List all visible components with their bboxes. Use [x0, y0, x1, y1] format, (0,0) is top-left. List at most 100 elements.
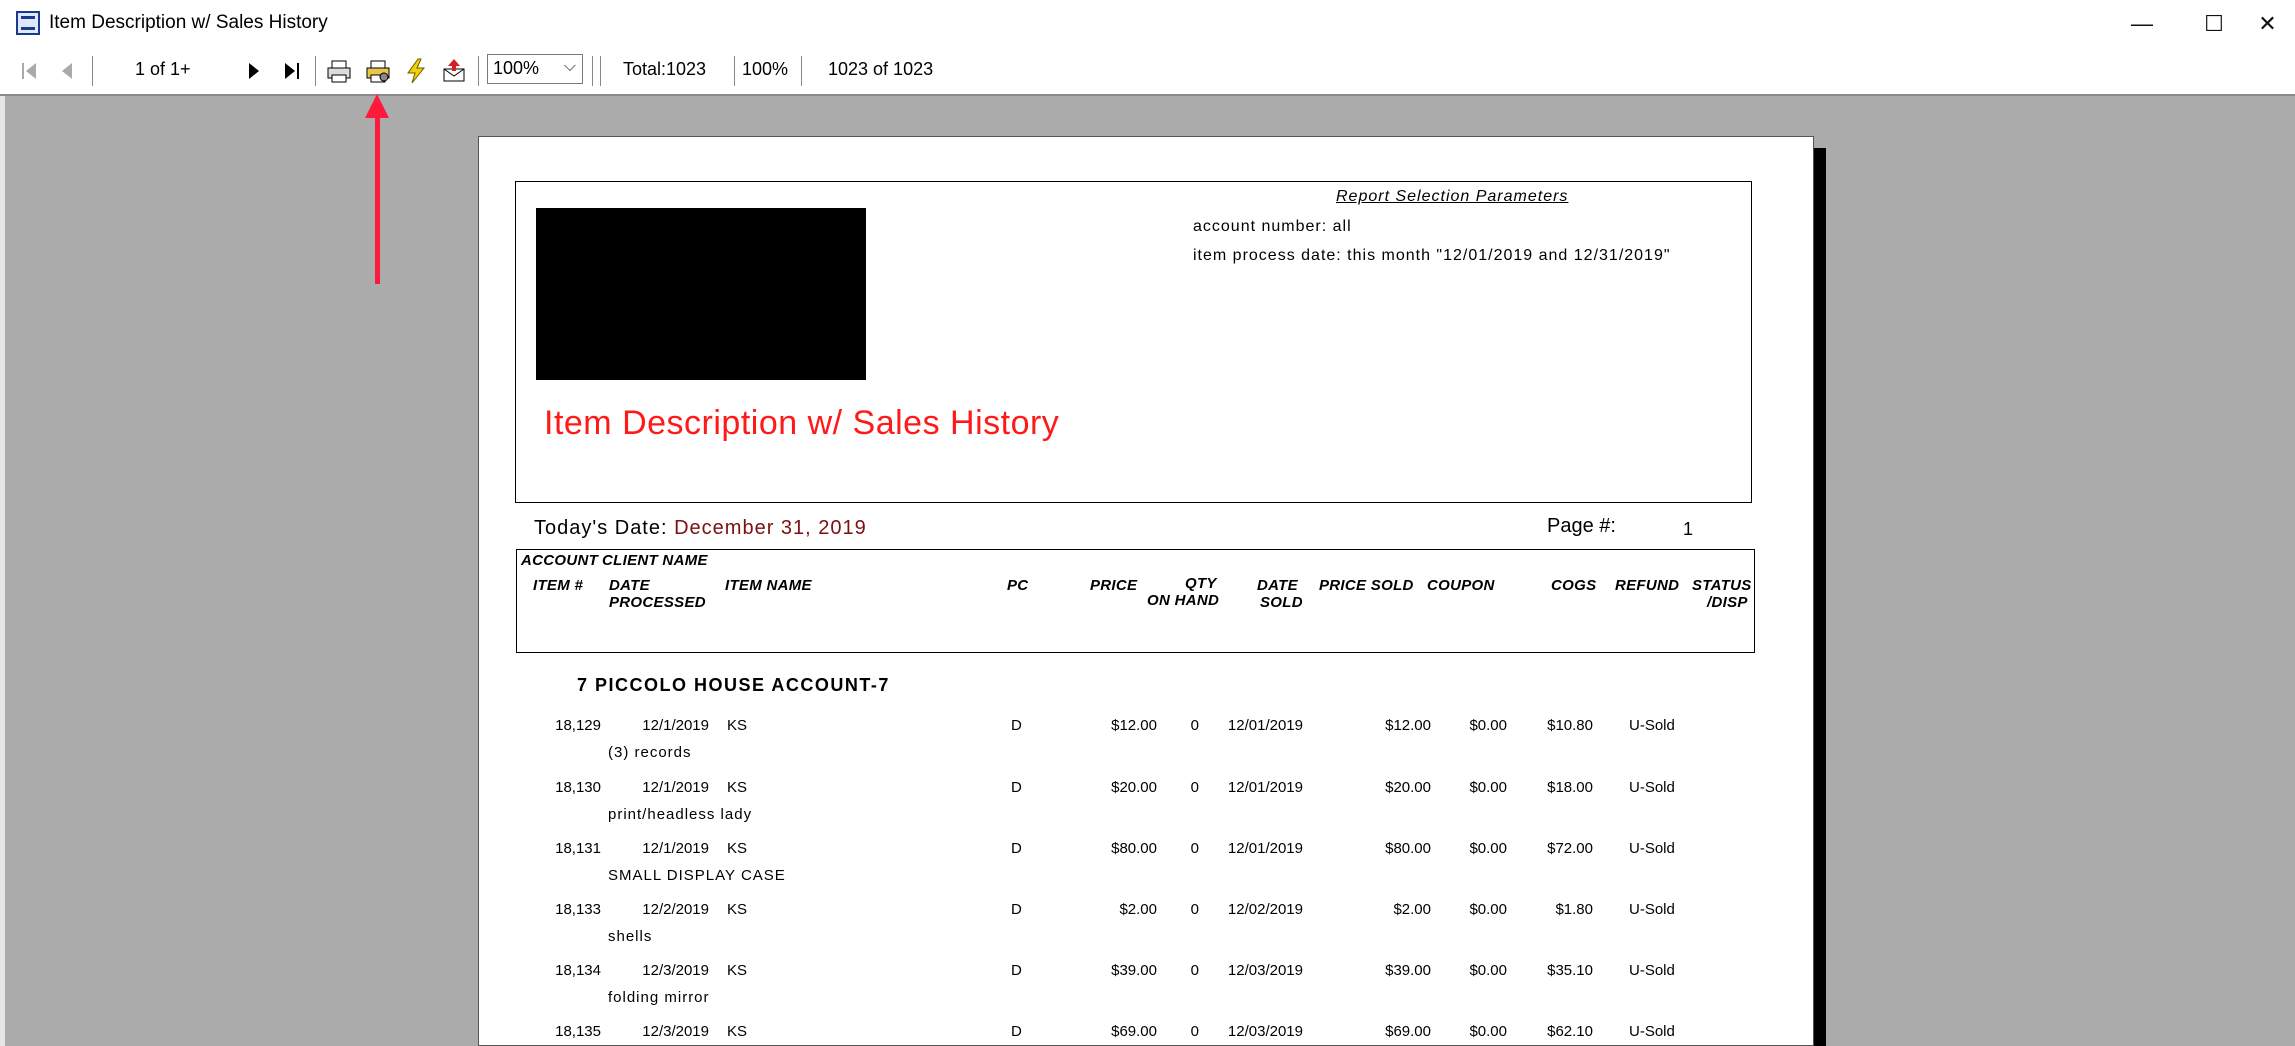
app-icon: [16, 11, 40, 35]
cell-date-processed: 12/1/2019: [642, 779, 709, 796]
col-client-name: CLIENT NAME: [602, 552, 708, 569]
cell-item-name: KS: [727, 962, 748, 979]
cell-coupon: $0.00: [1469, 840, 1507, 857]
cell-cogs: $72.00: [1547, 840, 1593, 857]
col-qty-2: ON HAND: [1147, 592, 1220, 609]
cell-description: print/headless lady: [608, 806, 753, 823]
cell-item: 18,134: [555, 962, 601, 979]
print-icon[interactable]: [325, 57, 353, 85]
cell-qty: 0: [1190, 779, 1199, 796]
cell-status: U-Sold: [1629, 717, 1675, 734]
cell-coupon: $0.00: [1469, 1023, 1507, 1040]
table-row: 18,133 12/2/2019 KS D $2.00 0 12/02/2019 $2.00 $…: [479, 901, 1813, 961]
cell-qty: 0: [1190, 717, 1199, 734]
cell-pc: D: [1011, 1023, 1022, 1040]
window-title: Item Description w/ Sales History: [49, 12, 328, 33]
column-header-box: ACCOUNT CLIENT NAME ITEM # DATE PROCESSE…: [516, 549, 1755, 653]
zoom-select[interactable]: 100% ⌵: [487, 54, 583, 84]
cell-qty: 0: [1190, 1023, 1199, 1040]
annotation-arrow: [375, 108, 380, 284]
table-row: 18,131 12/1/2019 KS D $80.00 0 12/01/2019 $80.0…: [479, 840, 1813, 900]
close-button[interactable]: ✕: [2240, 0, 2295, 48]
cell-qty: 0: [1190, 840, 1199, 857]
zoom-value: 100%: [493, 58, 540, 78]
cell-price-sold: $12.00: [1385, 717, 1431, 734]
cell-status: U-Sold: [1629, 779, 1675, 796]
minimize-button[interactable]: —: [2106, 0, 2178, 48]
cell-status: U-Sold: [1629, 1023, 1675, 1040]
cell-pc: D: [1011, 962, 1022, 979]
cell-cogs: $10.80: [1547, 717, 1593, 734]
cell-status: U-Sold: [1629, 901, 1675, 918]
cell-date-processed: 12/3/2019: [642, 1023, 709, 1040]
cell-qty: 0: [1190, 962, 1199, 979]
param-date: item process date: this month "12/01/201…: [1193, 247, 1671, 264]
cell-description: (3) records: [608, 744, 692, 761]
cell-pc: D: [1011, 779, 1022, 796]
cell-description: folding mirror: [608, 989, 710, 1006]
previous-page-icon[interactable]: [54, 57, 82, 85]
account-group-header: 7 PICCOLO HOUSE ACCOUNT-7: [577, 675, 890, 695]
cell-status: U-Sold: [1629, 840, 1675, 857]
col-price-sold: PRICE SOLD: [1319, 577, 1414, 594]
cell-item: 18,129: [555, 717, 601, 734]
cell-coupon: $0.00: [1469, 962, 1507, 979]
col-item: ITEM #: [533, 577, 584, 594]
cell-coupon: $0.00: [1469, 901, 1507, 918]
cell-cogs: $62.10: [1547, 1023, 1593, 1040]
cell-description: shells: [608, 928, 653, 945]
table-row: 18,135 12/3/2019 KS D $69.00 0 12/03/2019 $69.0…: [479, 1023, 1813, 1045]
col-status-1: STATUS: [1692, 577, 1752, 594]
today-value: December 31, 2019: [674, 517, 867, 539]
cell-item-name: KS: [727, 1023, 748, 1040]
col-account: ACCOUNT: [521, 552, 599, 569]
first-page-icon[interactable]: [16, 57, 44, 85]
cell-cogs: $18.00: [1547, 779, 1593, 796]
cell-price: $2.00: [1119, 901, 1157, 918]
col-cogs: COGS: [1551, 577, 1597, 594]
cell-date-processed: 12/1/2019: [642, 840, 709, 857]
cell-item-name: KS: [727, 717, 748, 734]
cell-description: SMALL DISPLAY CASE: [608, 867, 786, 884]
title-bar: Item Description w/ Sales History — ☐ ✕: [0, 0, 2295, 48]
cell-date-processed: 12/1/2019: [642, 717, 709, 734]
col-date-sold-2: SOLD: [1260, 594, 1303, 611]
page-indicator: 1 of 1+: [135, 59, 191, 79]
cell-item: 18,135: [555, 1023, 601, 1040]
page-number-value: 1: [1683, 519, 1694, 539]
cell-date-sold: 12/01/2019: [1227, 840, 1303, 857]
col-price: PRICE: [1090, 577, 1138, 594]
table-row: 18,129 12/1/2019 KS D $12.00 0 12/01/2019 $12.0…: [479, 717, 1813, 777]
cell-date-sold: 12/03/2019: [1227, 1023, 1303, 1040]
percent-label: 100%: [742, 59, 789, 79]
report-page: Item Description w/ Sales History Report…: [478, 136, 1814, 1046]
cell-price: $12.00: [1111, 717, 1157, 734]
cell-price: $69.00: [1111, 1023, 1157, 1040]
cell-price: $39.00: [1111, 962, 1157, 979]
today-label: Today's Date:: [534, 517, 668, 539]
cell-cogs: $35.10: [1547, 962, 1593, 979]
cell-item-name: KS: [727, 840, 748, 857]
col-pc: PC: [1007, 577, 1029, 594]
cell-item: 18,130: [555, 779, 601, 796]
col-status-2: /DISP: [1707, 594, 1748, 611]
cell-pc: D: [1011, 717, 1022, 734]
col-refund: REFUND: [1615, 577, 1680, 594]
next-page-icon[interactable]: [240, 57, 268, 85]
last-page-icon[interactable]: [278, 57, 306, 85]
chevron-down-icon: ⌵: [563, 58, 576, 75]
export-icon[interactable]: [440, 57, 468, 85]
cell-item-name: KS: [727, 779, 748, 796]
print-setup-icon[interactable]: [364, 57, 392, 85]
cell-date-sold: 12/01/2019: [1227, 779, 1303, 796]
lightning-icon[interactable]: [402, 57, 430, 85]
cell-item-name: KS: [727, 901, 748, 918]
cell-status: U-Sold: [1629, 962, 1675, 979]
col-coupon: COUPON: [1427, 577, 1495, 594]
cell-price-sold: $20.00: [1385, 779, 1431, 796]
report-toolbar: 1 of 1+ 100% ⌵ Total:1023 100% 1023 of 1…: [0, 48, 2295, 96]
col-item-name: ITEM NAME: [725, 577, 812, 594]
col-date-sold-1: DATE: [1257, 577, 1298, 594]
table-row: 18,134 12/3/2019 KS D $39.00 0 12/03/2019 $39.0…: [479, 962, 1813, 1022]
cell-price-sold: $2.00: [1393, 901, 1431, 918]
